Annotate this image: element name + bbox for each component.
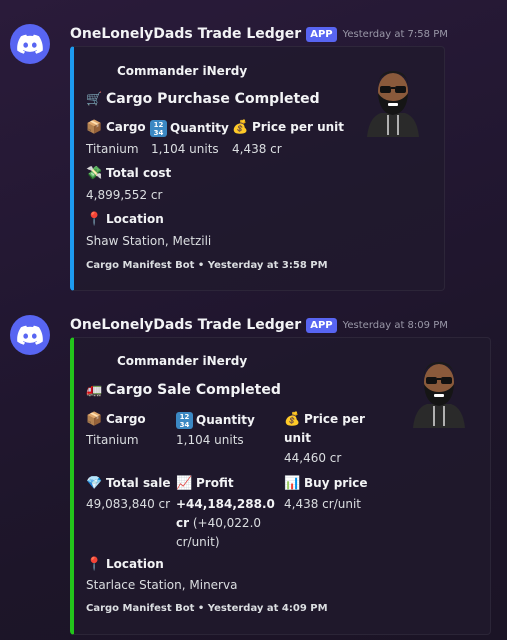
- bearded-man-icon: [367, 71, 419, 137]
- delivery-truck-icon: 🚛: [86, 383, 103, 398]
- embed-author[interactable]: Commander iNerdy: [117, 354, 247, 368]
- field-buy-price-name: 📊 Buy price: [284, 476, 368, 491]
- field-price-name: 💰 Price per: [284, 412, 365, 427]
- embed-card: Commander iNerdy 🛒 Cargo Purchase Complet…: [70, 46, 445, 291]
- field-location-name: 📍 Location: [86, 557, 164, 572]
- gem-icon: 💎: [86, 476, 103, 491]
- embed-author[interactable]: Commander iNerdy: [117, 64, 247, 78]
- field-cargo-value: Titanium: [86, 433, 139, 447]
- field-total-cost-value: 4,899,552 cr: [86, 188, 163, 202]
- embed-card: Commander iNerdy 🚛 Cargo Sale Completed 📦…: [70, 337, 491, 635]
- embed-footer: Cargo Manifest Bot • Yesterday at 3:58 P…: [86, 260, 328, 271]
- field-total-sale-value: 49,083,840 cr: [86, 497, 171, 511]
- money-bag-icon: 💰: [232, 120, 249, 135]
- embed-thumbnail-avatar[interactable]: [409, 356, 469, 428]
- package-icon: 📦: [86, 120, 103, 135]
- package-icon: 📦: [86, 412, 103, 427]
- money-flying-icon: 💸: [86, 166, 103, 181]
- message-timestamp[interactable]: Yesterday at 8:09 PM: [343, 320, 448, 331]
- chart-up-icon: 📈: [176, 476, 193, 491]
- field-cargo-name: 📦 Cargo: [86, 412, 146, 427]
- field-profit-value: +44,184,288.0 cr (+40,022.0 cr/unit): [176, 497, 275, 549]
- bot-username[interactable]: OneLonelyDads Trade Ledger: [70, 317, 301, 333]
- field-quantity-value: 1,104 units: [176, 433, 244, 447]
- field-location-value: Starlace Station, Minerva: [86, 578, 238, 592]
- embed-title: 🚛 Cargo Sale Completed: [86, 382, 281, 398]
- field-cargo-name: 📦 Cargo: [86, 120, 146, 135]
- pin-icon: 📍: [86, 557, 103, 572]
- field-total-cost-name: 💸 Total cost: [86, 166, 172, 181]
- discord-icon: [17, 34, 43, 54]
- field-buy-price-value: 4,438 cr/unit: [284, 497, 361, 511]
- field-quantity-name: 12 34 Quantity: [176, 412, 255, 429]
- embed-thumbnail-avatar[interactable]: [363, 65, 423, 137]
- bot-username[interactable]: OneLonelyDads Trade Ledger: [70, 26, 301, 42]
- embed-footer: Cargo Manifest Bot • Yesterday at 4:09 P…: [86, 603, 328, 614]
- discord-icon: [17, 325, 43, 345]
- field-price-name-line2: unit: [284, 431, 311, 445]
- field-location-name: 📍 Location: [86, 212, 164, 227]
- field-quantity-name: 12 34 Quantity: [150, 120, 229, 137]
- bot-avatar[interactable]: [10, 24, 50, 64]
- field-price-value: 4,438 cr: [232, 142, 282, 156]
- field-profit-name: 📈 Profit: [176, 476, 234, 491]
- shopping-cart-icon: 🛒: [86, 92, 103, 107]
- field-total-sale-name: 💎 Total sale: [86, 476, 171, 491]
- numbers-1234-icon: 12 34: [176, 412, 193, 429]
- embed-title: 🛒 Cargo Purchase Completed: [86, 91, 320, 107]
- bot-avatar[interactable]: [10, 315, 50, 355]
- field-price-value: 44,460 cr: [284, 451, 342, 465]
- field-quantity-value: 1,104 units: [151, 142, 219, 156]
- numbers-1234-icon: 12 34: [150, 120, 167, 137]
- field-cargo-value: Titanium: [86, 142, 139, 156]
- app-badge: APP: [306, 26, 337, 42]
- bar-chart-icon: 📊: [284, 476, 301, 491]
- pin-icon: 📍: [86, 212, 103, 227]
- app-badge: APP: [306, 317, 337, 333]
- message-timestamp[interactable]: Yesterday at 7:58 PM: [343, 29, 448, 40]
- field-price-name: 💰 Price per unit: [232, 120, 345, 135]
- field-location-value: Shaw Station, Metzili: [86, 234, 212, 248]
- money-bag-icon: 💰: [284, 412, 301, 427]
- bearded-man-icon: [413, 362, 465, 428]
